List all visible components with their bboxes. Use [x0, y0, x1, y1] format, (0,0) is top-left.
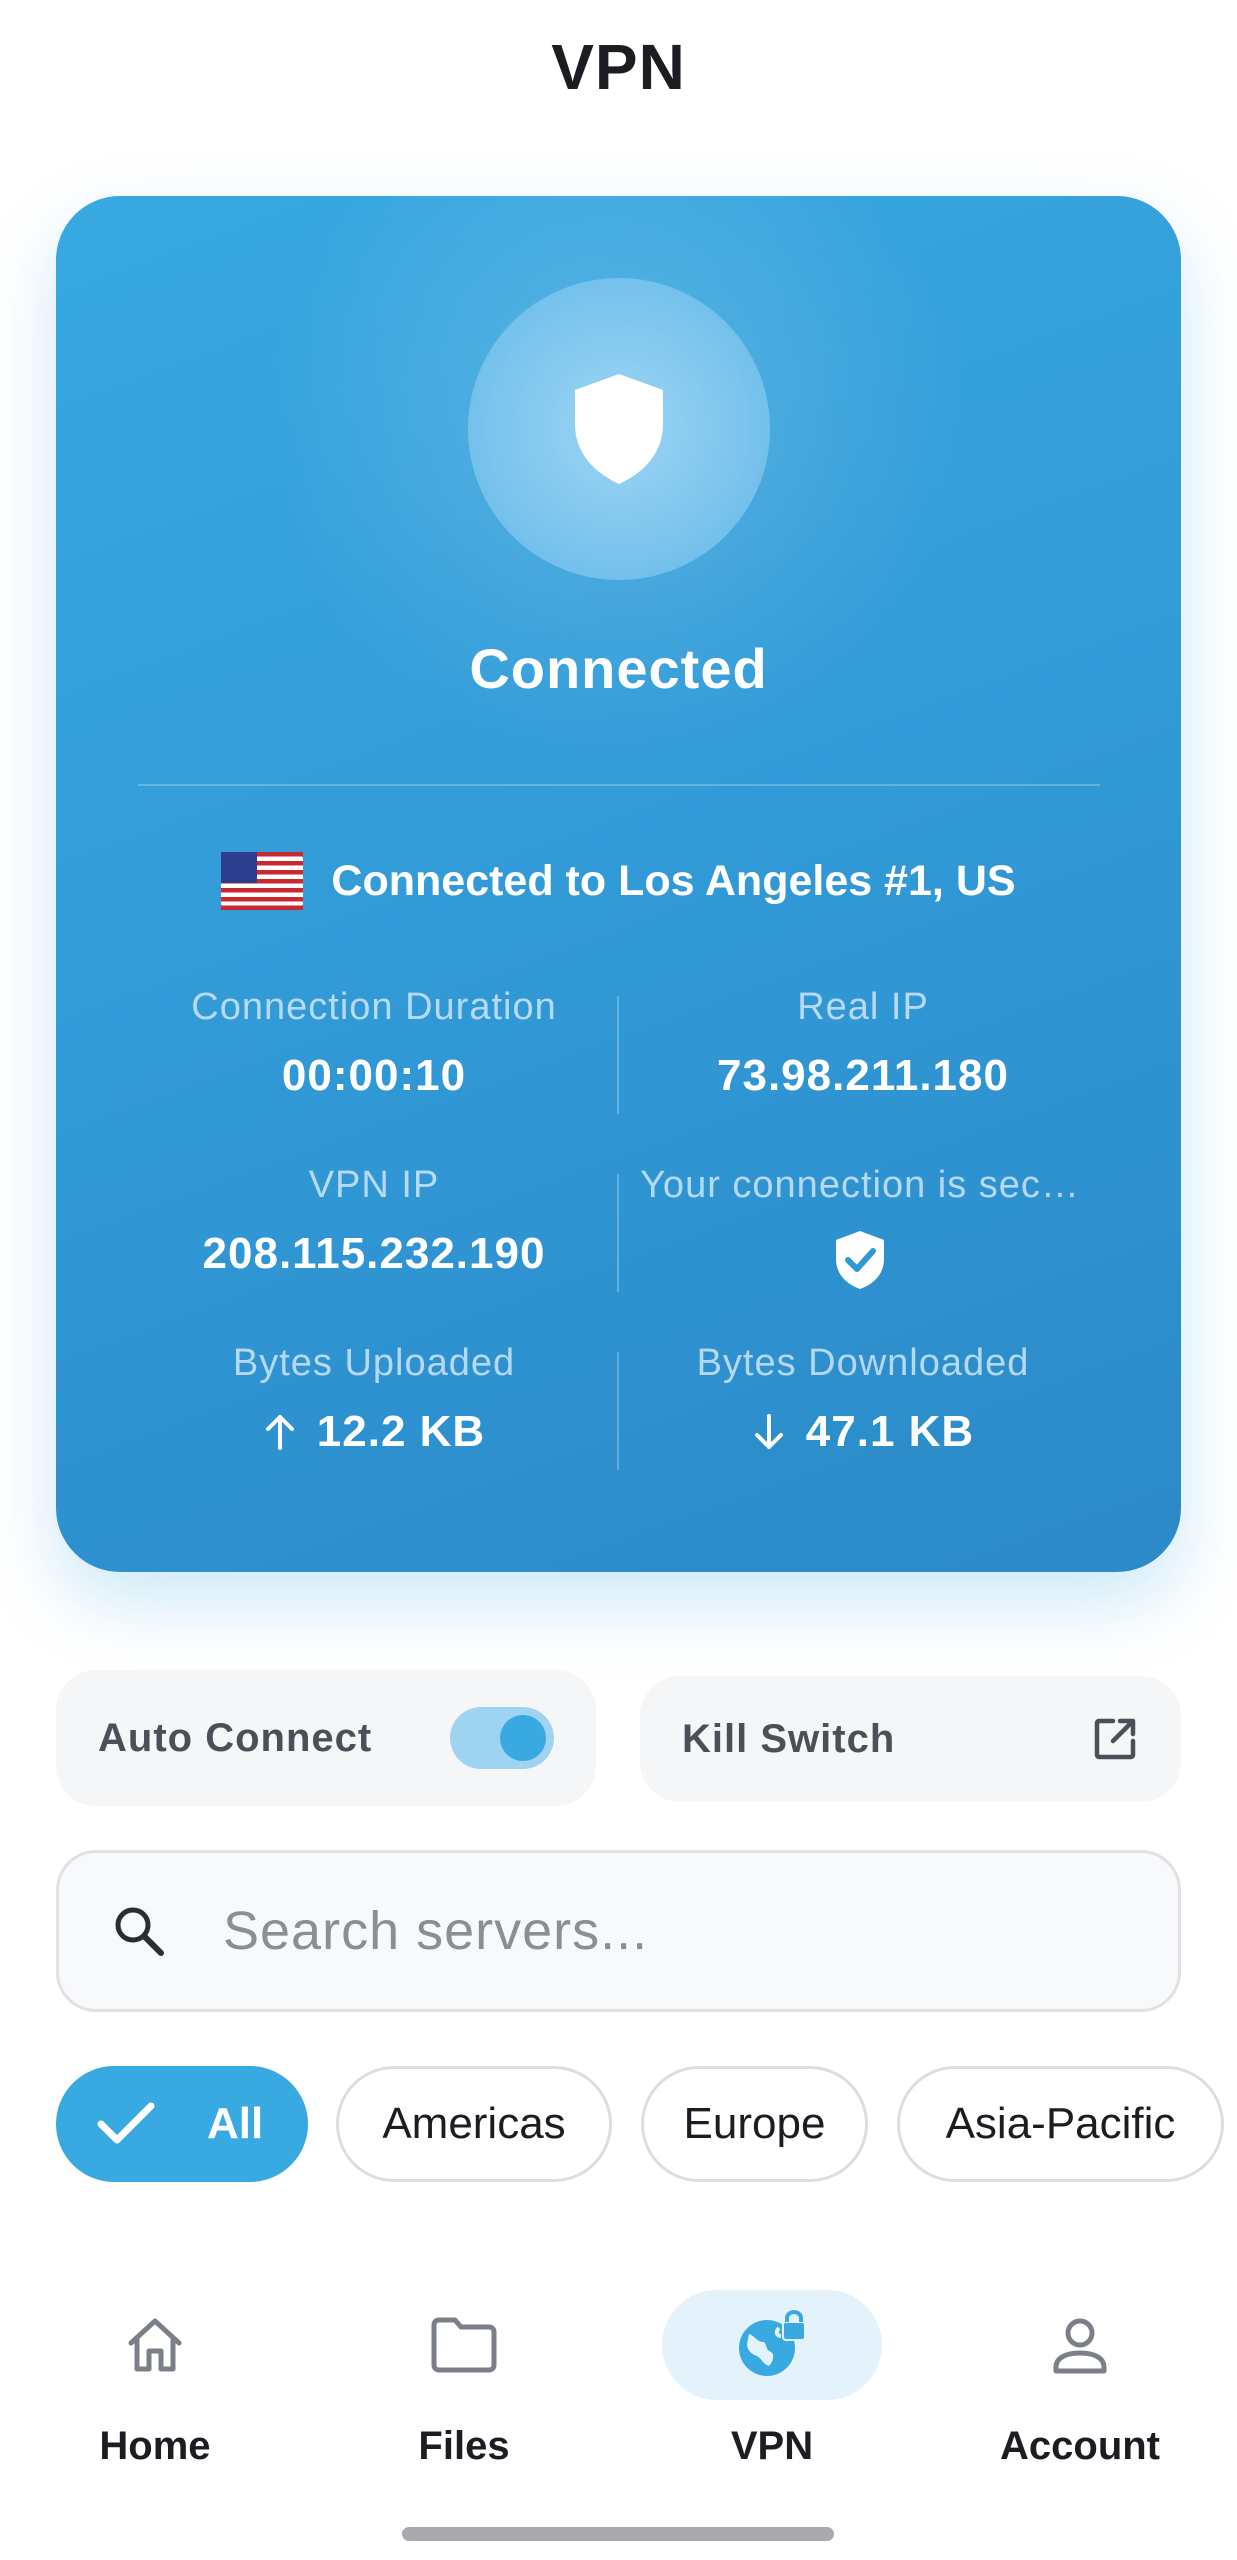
filter-chip-label: Asia-Pacific — [945, 2099, 1176, 2148]
nav-label: Account — [1000, 2424, 1160, 2468]
server-name: Connected to Los Angeles #1, US — [331, 856, 1016, 905]
stat-label: VPN IP — [308, 1164, 440, 1206]
verified-shield-icon — [836, 1231, 884, 1289]
stat-uploaded: Bytes Uploaded 12.2 KB — [131, 1342, 617, 1457]
nav-home[interactable]: Home — [35, 2290, 275, 2469]
auto-connect-label: Auto Connect — [98, 1715, 373, 1760]
arrow-down-icon — [754, 1414, 783, 1449]
search-icon — [115, 1907, 164, 1956]
stat-value: 12.2 KB — [316, 1407, 486, 1456]
folder-icon — [431, 2317, 497, 2373]
stat-label: Real IP — [797, 986, 929, 1028]
vpn-screen: VPN Connected Connected to Los Angeles #… — [0, 0, 1237, 2560]
stat-value: 73.98.211.180 — [717, 1051, 1009, 1100]
nav-icon-wrap — [45, 2290, 265, 2400]
stat-value: 208.115.232.190 — [202, 1229, 546, 1278]
bottom-navigation: Home Files VPN Account — [0, 2290, 1237, 2490]
kill-switch-option[interactable]: Kill Switch — [640, 1676, 1181, 1802]
filter-chip-label: Europe — [683, 2099, 826, 2148]
secure-indicator — [620, 1229, 1100, 1291]
home-icon — [128, 2318, 182, 2372]
connection-status-card: Connected Connected to Los Angeles #1, U… — [56, 196, 1181, 1572]
filter-chip-all[interactable]: All — [56, 2066, 308, 2182]
kill-switch-label: Kill Switch — [682, 1716, 896, 1761]
connect-toggle-button[interactable] — [468, 278, 770, 580]
nav-icon-wrap — [970, 2290, 1190, 2400]
us-flag-icon — [221, 852, 304, 910]
connected-server: Connected to Los Angeles #1, US — [56, 852, 1181, 910]
connection-status-text: Connected — [469, 637, 768, 700]
stat-divider — [617, 1352, 619, 1470]
divider — [138, 784, 1100, 786]
filter-chip-label: Americas — [382, 2099, 566, 2148]
stat-value-row: 12.2 KB — [131, 1407, 617, 1457]
stat-vpn-ip: VPN IP 208.115.232.190 — [131, 1164, 617, 1279]
stat-label: Bytes Downloaded — [696, 1342, 1030, 1384]
stat-divider — [617, 996, 619, 1114]
stat-value: 47.1 KB — [805, 1407, 975, 1456]
nav-icon-wrap — [662, 2290, 882, 2400]
page-title: VPN — [551, 31, 686, 103]
home-indicator[interactable] — [402, 2527, 834, 2541]
nav-label: Files — [418, 2424, 510, 2468]
person-icon — [1053, 2318, 1107, 2374]
auto-connect-option[interactable]: Auto Connect — [56, 1670, 596, 1806]
filter-chip-americas[interactable]: Americas — [336, 2066, 612, 2182]
stat-value-row: 47.1 KB — [620, 1407, 1106, 1457]
shield-icon — [575, 374, 663, 484]
stat-downloaded: Bytes Downloaded 47.1 KB — [620, 1342, 1106, 1457]
stat-value: 00:00:10 — [281, 1051, 467, 1100]
filter-chip-asia-pacific[interactable]: Asia-Pacific — [897, 2066, 1224, 2182]
check-icon — [97, 2102, 155, 2144]
server-search — [56, 1850, 1181, 2012]
stat-secure: Your connection is sec… — [620, 1164, 1100, 1291]
stat-label: Connection Duration — [191, 986, 557, 1028]
search-input[interactable] — [221, 1899, 1025, 1963]
nav-vpn[interactable]: VPN — [652, 2290, 892, 2469]
stat-real-ip: Real IP 73.98.211.180 — [620, 986, 1106, 1101]
toggle-knob — [500, 1715, 546, 1761]
open-external-icon[interactable] — [1091, 1715, 1139, 1763]
arrow-up-icon — [265, 1415, 294, 1450]
stat-duration: Connection Duration 00:00:10 — [131, 986, 617, 1101]
stat-divider — [617, 1174, 619, 1292]
stat-label: Your connection is sec… — [640, 1164, 1080, 1206]
filter-chip-label: All — [207, 2099, 264, 2148]
nav-account[interactable]: Account — [960, 2290, 1200, 2469]
filter-chip-europe[interactable]: Europe — [641, 2066, 868, 2182]
nav-icon-wrap — [354, 2290, 574, 2400]
auto-connect-toggle[interactable] — [450, 1707, 554, 1769]
nav-label: Home — [99, 2424, 211, 2468]
nav-label: VPN — [730, 2424, 814, 2468]
nav-files[interactable]: Files — [344, 2290, 584, 2469]
stat-label: Bytes Uploaded — [232, 1342, 516, 1384]
vpn-globe-lock-icon — [739, 2310, 806, 2376]
